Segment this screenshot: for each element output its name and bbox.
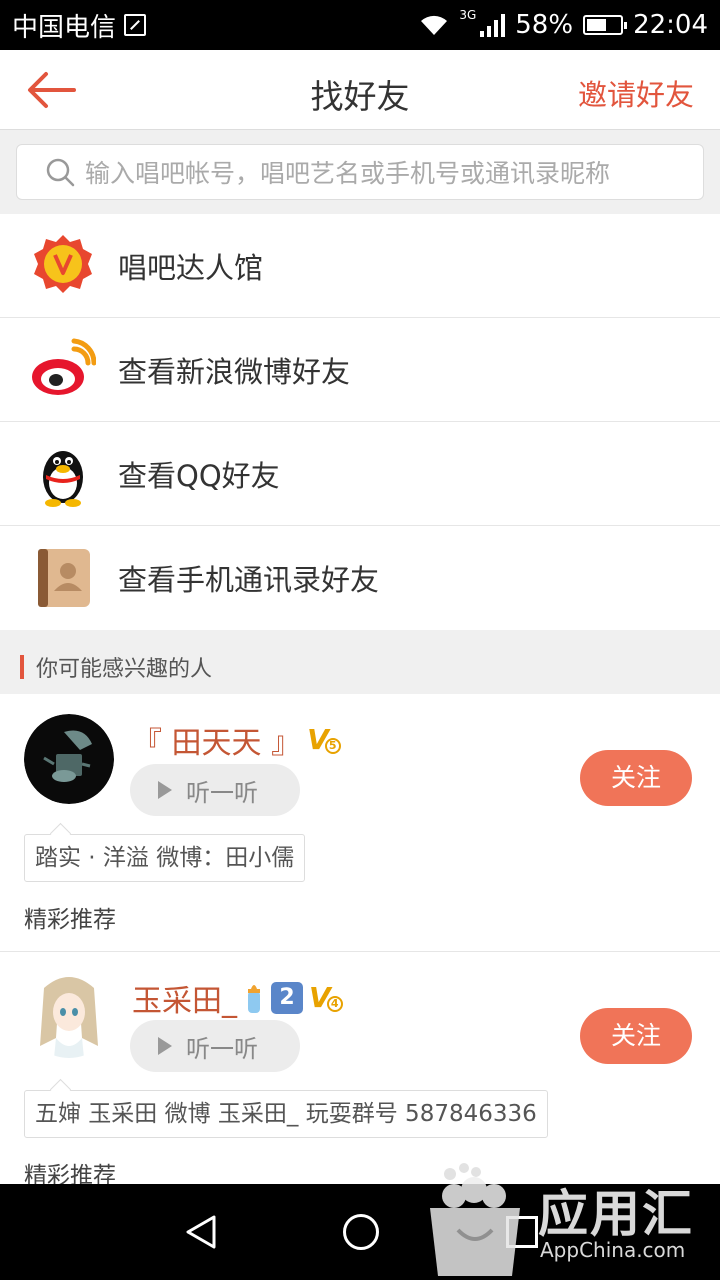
vip-badge-icon (34, 234, 92, 293)
baby-bottle-icon (248, 985, 260, 1013)
listen-button[interactable]: 听一听 (130, 764, 300, 816)
vip-level-badge: V4 (309, 984, 343, 1012)
avatar[interactable] (24, 968, 114, 1058)
user-intro: 五婶 玉采田 微博 玉采田_ 玩耍群号 587846336 (24, 1090, 548, 1138)
listen-button[interactable]: 听一听 (130, 1020, 300, 1072)
contacts-book-icon (38, 549, 90, 607)
watermark-subtext: AppChina.com (540, 1238, 686, 1262)
menu-label: 唱吧达人馆 (118, 250, 264, 285)
menu-item-weibo[interactable]: 查看新浪微博好友 (0, 318, 720, 422)
recommend-label: 精彩推荐 (24, 907, 116, 933)
appchina-logo-icon (430, 1163, 520, 1276)
recommend-label: 精彩推荐 (24, 1163, 116, 1184)
avatar[interactable] (24, 714, 114, 804)
battery-fill (587, 19, 606, 31)
user-intro: 踏实 · 洋溢 微博：田小儒 (24, 834, 306, 882)
search-bar: 输入唱吧帐号，唱吧艺名或手机号或通讯录昵称 (0, 130, 720, 214)
nav-home-icon[interactable] (343, 1214, 379, 1250)
weibo-icon (32, 338, 96, 395)
follow-button[interactable]: 关注 (580, 1008, 692, 1064)
vip-level-badge: V5 (307, 726, 341, 754)
section-title: 你可能感兴趣的人 (36, 657, 213, 682)
user-name-text: 『 田天天 』 (132, 726, 302, 761)
find-friends-menu: 唱吧达人馆 查看新浪微博好友 查看QQ好友 查看手机通讯录好友 (0, 214, 720, 630)
user-card: 『 田天天 』 V5 听一听 关注 踏实 · 洋溢 微博：田小儒 精彩推荐 (0, 694, 720, 952)
search-placeholder: 输入唱吧帐号，唱吧艺名或手机号或通讯录昵称 (85, 159, 611, 188)
search-input[interactable]: 输入唱吧帐号，唱吧艺名或手机号或通讯录昵称 (16, 144, 704, 200)
menu-item-contacts[interactable]: 查看手机通讯录好友 (0, 526, 720, 630)
signal-icon (480, 13, 506, 37)
sim-card-icon (124, 14, 147, 36)
user-name[interactable]: 玉采田_ 2 V4 (132, 976, 343, 1020)
carrier-name: 中国电信 (12, 12, 117, 43)
clock: 22:04 (633, 10, 708, 40)
menu-label: 查看手机通讯录好友 (118, 563, 380, 597)
qq-penguin-icon (43, 450, 83, 507)
section-header: 你可能感兴趣的人 (0, 640, 720, 694)
suggested-users-list: 『 田天天 』 V5 听一听 关注 踏实 · 洋溢 微博：田小儒 精彩推荐 玉采… (0, 694, 720, 1184)
listen-label: 听一听 (186, 778, 258, 807)
follow-button[interactable]: 关注 (580, 750, 692, 806)
menu-item-qq[interactable]: 查看QQ好友 (0, 422, 720, 526)
battery-icon (583, 15, 628, 35)
user-card: 玉采田_ 2 V4 听一听 关注 五婶 玉采田 微博 玉采田_ 玩耍群号 587… (0, 952, 720, 1184)
watermark-text: 应用汇 (538, 1185, 694, 1243)
nav-back-icon[interactable] (184, 1214, 220, 1250)
user-name-text: 玉采田_ (132, 984, 237, 1019)
invite-friends-button[interactable]: 邀请好友 (578, 72, 694, 114)
user-name[interactable]: 『 田天天 』 V5 (132, 718, 341, 762)
network-type: 3G (459, 8, 477, 22)
listen-label: 听一听 (186, 1034, 258, 1063)
status-bar: 中国电信 3G 58% 22:04 (0, 0, 720, 50)
battery-percent: 58% (515, 10, 574, 40)
menu-label: 查看新浪微博好友 (118, 354, 351, 389)
search-icon (46, 158, 75, 187)
wifi-icon (421, 15, 448, 35)
play-icon (158, 1037, 172, 1055)
status-right: 3G 58% 22:04 (419, 8, 708, 40)
menu-label: 查看QQ好友 (118, 458, 280, 493)
appchina-watermark: 应用汇 AppChina.com (420, 1156, 720, 1280)
carrier-group: 中国电信 (12, 7, 147, 44)
menu-item-talent-hall[interactable]: 唱吧达人馆 (0, 214, 720, 318)
vip-level-number: 5 (324, 738, 341, 754)
vip-level-number: 4 (326, 996, 343, 1012)
app-header: 找好友 邀请好友 (0, 50, 720, 130)
level-badge: 2 (271, 982, 303, 1014)
play-icon (158, 781, 172, 799)
section-accent-bar (20, 655, 24, 679)
